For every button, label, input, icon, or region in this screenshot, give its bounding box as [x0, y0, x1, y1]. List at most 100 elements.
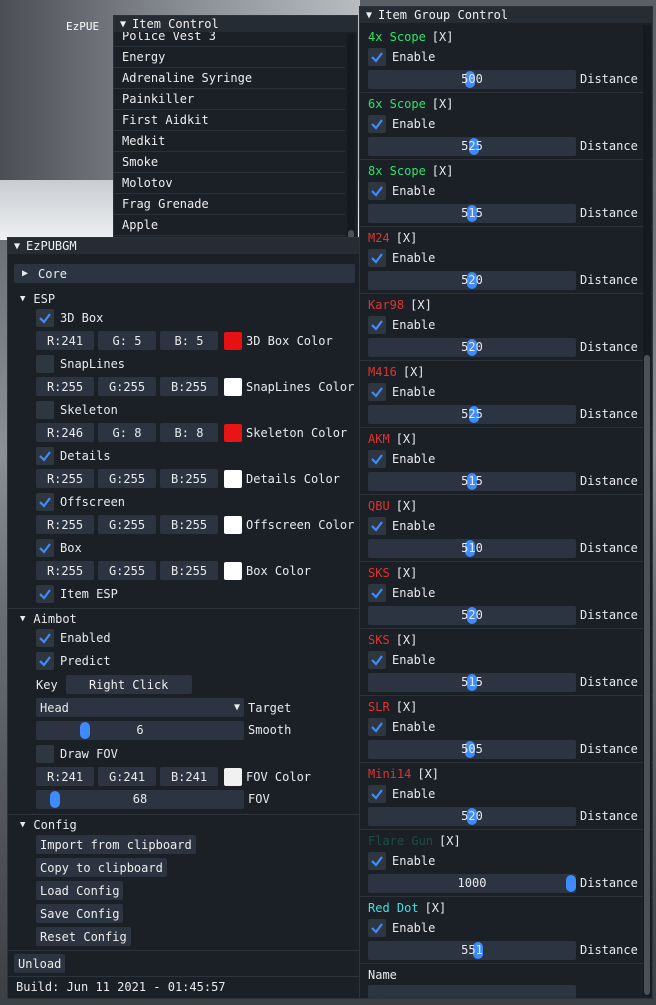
group-enable-checkbox[interactable]	[368, 583, 386, 602]
fov-b-field[interactable]: B:241	[160, 767, 218, 786]
color-g-field[interactable]: G:255	[98, 515, 156, 534]
collapse-triangle-icon[interactable]: ▼	[120, 19, 126, 30]
enabled-checkbox[interactable]	[36, 628, 54, 647]
color-b-field[interactable]: B:255	[160, 561, 218, 580]
remove-group-button[interactable]: [X]	[439, 834, 461, 848]
distance-slider[interactable]: 520	[368, 338, 576, 357]
group-enable-checkbox[interactable]	[368, 248, 386, 267]
group-enable-row[interactable]: Enable	[368, 516, 652, 535]
group-enable-checkbox[interactable]	[368, 650, 386, 669]
remove-group-button[interactable]: [X]	[396, 633, 418, 647]
remove-group-button[interactable]: [X]	[396, 566, 418, 580]
item-list-entry[interactable]: Frag Grenade	[114, 194, 345, 215]
group-enable-row[interactable]: Enable	[368, 248, 652, 267]
key-bind-button[interactable]: Right Click	[65, 675, 192, 694]
group-enable-row[interactable]: Enable	[368, 583, 652, 602]
remove-group-button[interactable]: [X]	[396, 499, 418, 513]
aimbot-predict-row[interactable]: Predict	[36, 651, 359, 670]
import-clipboard-button[interactable]: Import from clipboard	[36, 835, 196, 854]
color-g-field[interactable]: G:255	[98, 469, 156, 488]
distance-slider[interactable]: 520	[368, 606, 576, 625]
color-swatch[interactable]	[224, 469, 242, 488]
distance-slider[interactable]: 520	[368, 271, 576, 290]
item-list[interactable]: Police Vest 3 Energy Adrenaline Syringe Pai…	[114, 32, 345, 257]
group-enable-checkbox[interactable]	[368, 918, 386, 937]
esp-checkbox[interactable]	[36, 492, 54, 511]
color-swatch[interactable]	[224, 331, 242, 350]
item-list-entry[interactable]: Painkiller	[114, 89, 345, 110]
remove-group-button[interactable]: [X]	[396, 432, 418, 446]
remove-group-button[interactable]: [X]	[425, 901, 447, 915]
distance-slider[interactable]: 515	[368, 472, 576, 491]
esp-checkbox[interactable]	[36, 308, 54, 327]
fov-r-field[interactable]: R:241	[36, 767, 94, 786]
unload-button[interactable]: Unload	[14, 954, 66, 973]
esp-header[interactable]: ▼ ESP	[20, 290, 359, 308]
item-list-entry[interactable]: Molotov	[114, 173, 345, 194]
esp-checkbox[interactable]	[36, 446, 54, 465]
color-g-field[interactable]: G:255	[98, 377, 156, 396]
predict-checkbox[interactable]	[36, 651, 54, 670]
color-b-field[interactable]: B: 8	[160, 423, 218, 442]
collapse-triangle-icon[interactable]: ▼	[366, 10, 372, 21]
color-r-field[interactable]: R:246	[36, 423, 94, 442]
distance-slider[interactable]: 500	[368, 70, 576, 89]
group-enable-checkbox[interactable]	[368, 449, 386, 468]
item-list-entry[interactable]: Medkit	[114, 131, 345, 152]
remove-group-button[interactable]: [X]	[396, 231, 418, 245]
load-config-button[interactable]: Load Config	[36, 881, 124, 900]
group-enable-checkbox[interactable]	[368, 516, 386, 535]
smooth-slider[interactable]: 6	[36, 721, 244, 740]
color-b-field[interactable]: B: 5	[160, 331, 218, 350]
target-select[interactable]: Head ▼	[36, 698, 244, 717]
item-list-entry[interactable]: First Aidkit	[114, 110, 345, 131]
color-swatch[interactable]	[224, 561, 242, 580]
group-enable-row[interactable]: Enable	[368, 918, 652, 937]
group-enable-checkbox[interactable]	[368, 382, 386, 401]
color-swatch[interactable]	[224, 515, 242, 534]
remove-group-button[interactable]: [X]	[432, 30, 454, 44]
esp-checkbox[interactable]	[36, 538, 54, 557]
distance-slider[interactable]: 515	[368, 673, 576, 692]
distance-slider[interactable]: 510	[368, 539, 576, 558]
remove-group-button[interactable]: [X]	[432, 97, 454, 111]
distance-slider[interactable]: 505	[368, 740, 576, 759]
item-esp-row[interactable]: Item ESP	[36, 584, 359, 603]
remove-group-button[interactable]: [X]	[403, 365, 425, 379]
save-config-button[interactable]: Save Config	[36, 904, 124, 923]
distance-slider[interactable]: 1000	[368, 874, 576, 893]
group-enable-row[interactable]: Enable	[368, 851, 652, 870]
remove-group-button[interactable]: [X]	[410, 298, 432, 312]
group-enable-row[interactable]: Enable	[368, 47, 652, 66]
esp-toggle-row[interactable]: Skeleton	[36, 400, 359, 419]
color-swatch[interactable]	[224, 423, 242, 442]
color-g-field[interactable]: G: 5	[98, 331, 156, 350]
item-list-entry[interactable]: Energy	[114, 47, 345, 68]
distance-slider[interactable]: 525	[368, 405, 576, 424]
item-list-entry[interactable]: Apple	[114, 215, 345, 236]
draw-fov-row[interactable]: Draw FOV	[36, 744, 359, 763]
color-r-field[interactable]: R:255	[36, 561, 94, 580]
color-g-field[interactable]: G:255	[98, 561, 156, 580]
esp-toggle-row[interactable]: Box	[36, 538, 359, 557]
group-enable-checkbox[interactable]	[368, 47, 386, 66]
item-list-entry[interactable]: Adrenaline Syringe	[114, 68, 345, 89]
group-enable-checkbox[interactable]	[368, 315, 386, 334]
item-group-scroll-thumb[interactable]	[644, 355, 650, 995]
color-swatch[interactable]	[224, 377, 242, 396]
item-control-titlebar[interactable]: ▼ Item Control	[114, 16, 357, 32]
fov-g-field[interactable]: G:241	[98, 767, 156, 786]
item-group-titlebar[interactable]: ▼ Item Group Control	[360, 7, 652, 23]
group-enable-row[interactable]: Enable	[368, 315, 652, 334]
esp-checkbox[interactable]	[36, 400, 54, 419]
esp-toggle-row[interactable]: SnapLines	[36, 354, 359, 373]
color-r-field[interactable]: R:255	[36, 469, 94, 488]
main-titlebar[interactable]: ▼ EzPUBGM	[8, 238, 359, 254]
collapse-triangle-icon[interactable]: ▼	[14, 241, 20, 252]
distance-slider[interactable]: 520	[368, 807, 576, 826]
color-r-field[interactable]: R:255	[36, 377, 94, 396]
color-r-field[interactable]: R:241	[36, 331, 94, 350]
group-enable-row[interactable]: Enable	[368, 181, 652, 200]
item-esp-checkbox[interactable]	[36, 584, 54, 603]
remove-group-button[interactable]: [X]	[396, 700, 418, 714]
